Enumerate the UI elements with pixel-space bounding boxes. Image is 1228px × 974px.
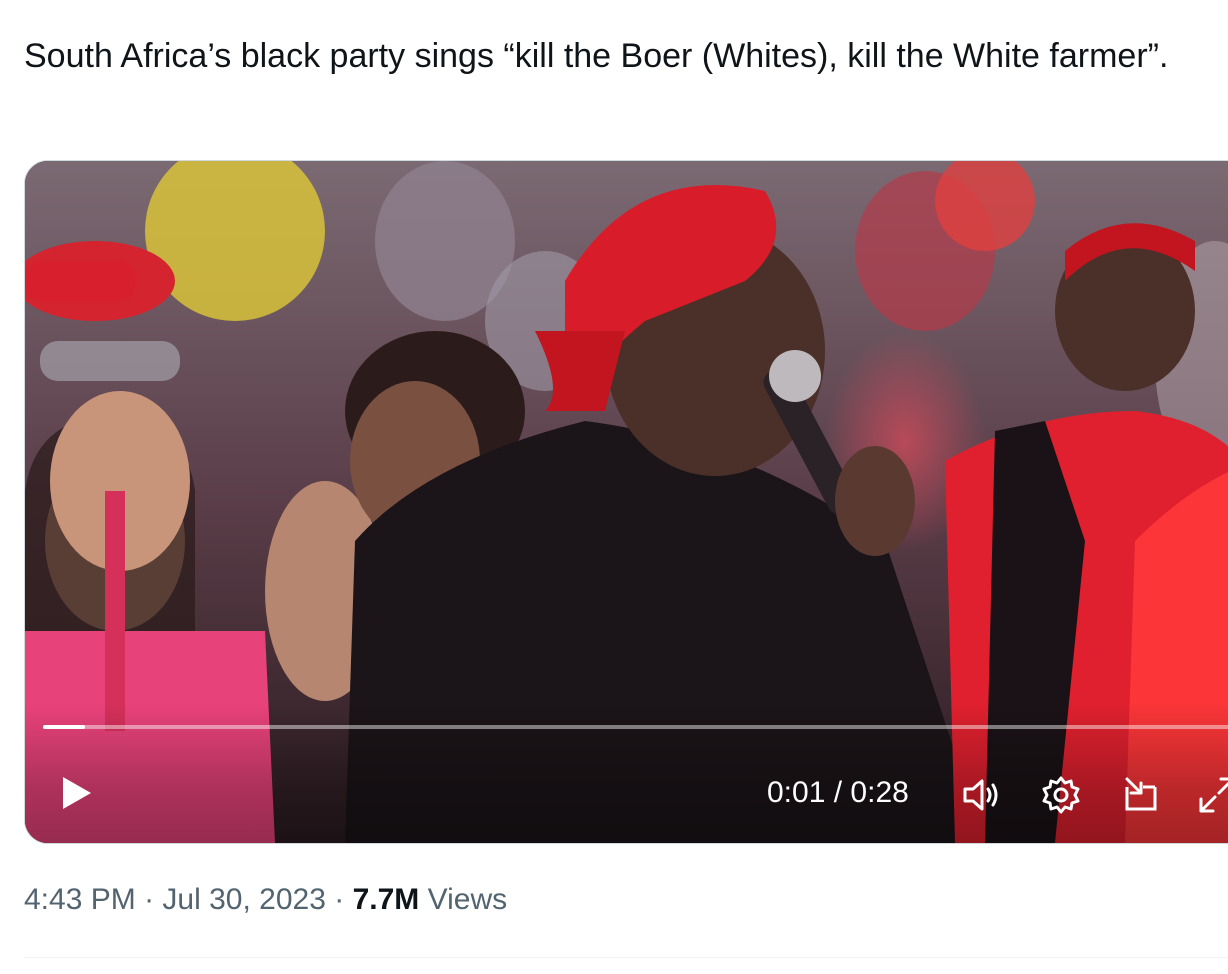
video-progress-fill: [43, 725, 85, 729]
divider: [24, 957, 1228, 958]
video-time-separator: /: [833, 776, 843, 809]
video-duration: 0:28: [850, 776, 909, 809]
tweet-date[interactable]: Jul 30, 2023: [162, 883, 325, 916]
video-progress-bar[interactable]: [43, 725, 1228, 729]
video-time: 0:01 / 0:28: [767, 775, 909, 811]
video-current-time: 0:01: [767, 776, 826, 809]
fullscreen-icon[interactable]: [1195, 773, 1228, 817]
gear-icon[interactable]: [1039, 773, 1083, 817]
play-icon[interactable]: [55, 773, 95, 813]
tweet-text: South Africa’s black party sings “kill t…: [24, 37, 1169, 75]
tweet-time[interactable]: 4:43 PM: [24, 883, 136, 916]
picture-in-picture-icon[interactable]: [1119, 773, 1163, 817]
views-count: 7.7M: [352, 883, 420, 916]
views-label: Views: [427, 883, 508, 916]
tweet-meta: 4:43 PM · Jul 30, 2023 · 7.7M Views: [24, 880, 507, 920]
volume-icon[interactable]: [959, 773, 1003, 817]
video-player[interactable]: 0:01 / 0:28: [24, 160, 1228, 844]
meta-separator: ·: [144, 883, 155, 916]
meta-separator: ·: [334, 883, 345, 916]
